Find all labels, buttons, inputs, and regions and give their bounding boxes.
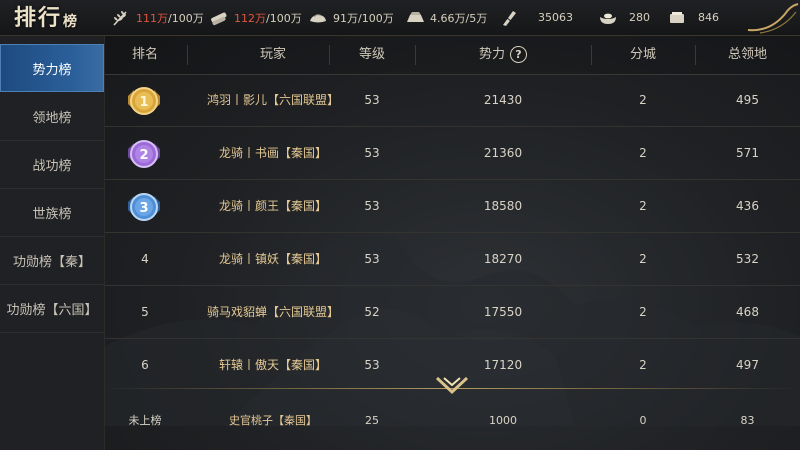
- player-level: 53: [364, 146, 380, 160]
- token-icon: [498, 9, 520, 27]
- header-level: 等级: [358, 47, 385, 62]
- player-level: 53: [364, 199, 380, 213]
- gold-ingot-icon: [597, 9, 619, 27]
- resource-wood[interactable]: 112万/100万: [208, 0, 302, 35]
- header-total-territory: 总领地: [727, 47, 767, 62]
- sidebar-item-label: 功勋榜【秦】: [12, 255, 91, 270]
- medal-rank-number: 2: [139, 148, 148, 163]
- resource-iron-current: 4.66万: [430, 11, 466, 25]
- sidebar-item-label: 领地榜: [32, 111, 72, 126]
- player-territory: 497: [736, 358, 759, 372]
- sidebar-item-power-ranking[interactable]: 势力榜: [0, 44, 104, 92]
- resource-gold-current: 280: [629, 11, 650, 24]
- my-rank: 未上榜: [128, 414, 162, 427]
- stone-icon: [307, 9, 329, 27]
- player-rank: 6: [141, 358, 149, 372]
- player-territory: 495: [736, 93, 759, 107]
- player-territory: 532: [736, 252, 759, 266]
- silver-ingot-icon: [666, 9, 688, 27]
- player-branch-cities: 2: [639, 252, 647, 266]
- player-level: 53: [364, 252, 380, 266]
- resource-bar: 排行 榜 111万/100万 112万/100万 91万/100万 4.66万 /…: [0, 0, 800, 36]
- sidebar-item-territory-ranking[interactable]: 领地榜: [0, 93, 104, 141]
- resource-token-current: 35063: [538, 11, 573, 24]
- player-territory: 571: [736, 146, 759, 160]
- resource-iron-max: /5万: [465, 11, 488, 25]
- resource-silver-current: 846: [698, 11, 719, 24]
- sidebar-item-honor-qin[interactable]: 功勋榜【秦】: [0, 237, 104, 285]
- resource-stone[interactable]: 91万/100万: [307, 0, 394, 35]
- iron-icon: [404, 9, 426, 27]
- player-power: 21360: [483, 146, 523, 160]
- resource-grain-max: /100万: [168, 11, 204, 25]
- player-level: 52: [364, 305, 380, 319]
- my-power: 1000: [489, 414, 517, 427]
- sidebar-item-label: 功勋榜【六国】: [6, 303, 98, 318]
- resource-stone-max: /100万: [358, 11, 394, 25]
- sidebar-item-label: 势力榜: [32, 62, 72, 78]
- player-branch-cities: 2: [639, 358, 647, 372]
- sidebar-item-label: 战功榜: [32, 159, 72, 174]
- medal-rank-number: 1: [139, 95, 148, 110]
- table-header: 排名 玩家 等级 势力? 分城 总领地: [105, 36, 800, 75]
- player-power: 18270: [483, 252, 523, 266]
- sidebar-item-honor-six-states[interactable]: 功勋榜【六国】: [0, 285, 104, 333]
- gold-medal-icon: 1: [128, 87, 160, 115]
- sidebar: 势力榜 领地榜 战功榜 世族榜 功勋榜【秦】 功勋榜【六国】: [0, 36, 105, 450]
- table-row[interactable]: 4 龙骑丨镇妖【秦国】 53 18270 2 532: [105, 233, 800, 286]
- player-branch-cities: 2: [639, 146, 647, 160]
- player-territory: 468: [736, 305, 759, 319]
- wood-icon: [208, 9, 230, 27]
- header-power-label: 势力: [478, 47, 505, 62]
- sidebar-item-clan-ranking[interactable]: 世族榜: [0, 189, 104, 237]
- resource-token[interactable]: 35063: [498, 0, 573, 35]
- player-rank: 5: [141, 305, 149, 319]
- my-ranking-row: 未上榜 史官桃子【秦国】 25 1000 0 83: [105, 398, 800, 444]
- player-level: 53: [364, 93, 380, 107]
- table-row[interactable]: 2 龙骑丨书画【秦国】 53 21360 2 571: [105, 127, 800, 180]
- my-branch-cities: 0: [639, 414, 647, 427]
- scroll-down-icon[interactable]: [435, 374, 469, 396]
- table-row[interactable]: 5 骑马戏貂蝉【六国联盟】 52 17550 2 468: [105, 286, 800, 339]
- resource-iron[interactable]: 4.66万/5万: [404, 0, 487, 35]
- table-row[interactable]: 3 龙骑丨颜王【秦国】 53 18580 2 436: [105, 180, 800, 233]
- resource-gold[interactable]: 280: [597, 0, 650, 35]
- player-power: 17550: [483, 305, 523, 319]
- resource-wood-current: 112万: [234, 11, 266, 25]
- my-territory: 83: [740, 414, 755, 427]
- resource-grain[interactable]: 111万/100万: [110, 0, 204, 35]
- header-rank: 排名: [131, 47, 158, 62]
- player-rank: 4: [141, 252, 149, 266]
- my-level: 25: [365, 414, 379, 427]
- page-title: 排行 榜: [14, 2, 79, 33]
- resource-silver[interactable]: 846: [666, 0, 719, 35]
- resource-grain-current: 111万: [136, 11, 168, 25]
- medal-rank-number: 3: [139, 201, 148, 216]
- header-power: 势力?: [415, 36, 591, 74]
- player-branch-cities: 2: [639, 305, 647, 319]
- corner-ornament-icon: [747, 3, 799, 34]
- page-title-sub: 榜: [63, 14, 80, 30]
- silver-medal-icon: 2: [128, 140, 160, 168]
- grain-icon: [110, 9, 132, 27]
- sidebar-item-label: 世族榜: [32, 207, 72, 222]
- sidebar-item-merit-ranking[interactable]: 战功榜: [0, 141, 104, 189]
- resource-wood-max: /100万: [266, 11, 302, 25]
- player-branch-cities: 2: [639, 199, 647, 213]
- table-row[interactable]: 1 鸿羽丨影儿【六国联盟】 53 21430 2 495: [105, 74, 800, 127]
- help-icon[interactable]: ?: [510, 46, 527, 63]
- player-power: 21430: [483, 93, 523, 107]
- ranking-panel: 排名 玩家 等级 势力? 分城 总领地 1 鸿羽丨影儿【六国联盟】 53 214…: [105, 36, 800, 450]
- page-title-main: 排行: [14, 5, 63, 31]
- player-power: 18580: [483, 199, 523, 213]
- bronze-medal-icon: 3: [128, 193, 160, 221]
- resource-stone-current: 91万: [333, 11, 358, 25]
- player-level: 53: [364, 358, 380, 372]
- player-branch-cities: 2: [639, 93, 647, 107]
- player-territory: 436: [736, 199, 759, 213]
- header-branch-city: 分城: [629, 47, 656, 62]
